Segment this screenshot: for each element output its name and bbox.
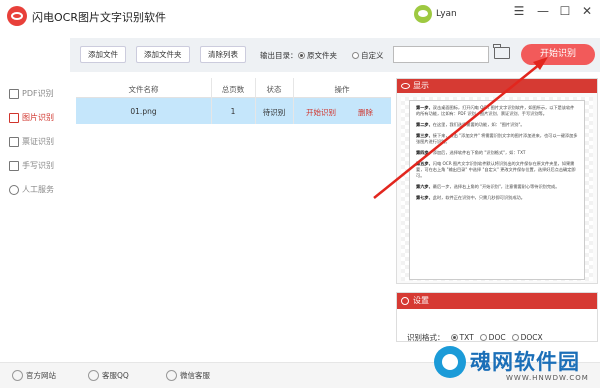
watermark-text: 魂网软件园 xyxy=(470,350,580,374)
site-watermark: 魂网软件园 WWW.HNWDW.COM xyxy=(432,340,600,388)
annotation-arrow xyxy=(373,57,548,199)
watermark-logo-icon xyxy=(434,346,466,378)
arrow-shaft xyxy=(373,63,541,199)
watermark-url: WWW.HNWDW.COM xyxy=(506,374,589,382)
